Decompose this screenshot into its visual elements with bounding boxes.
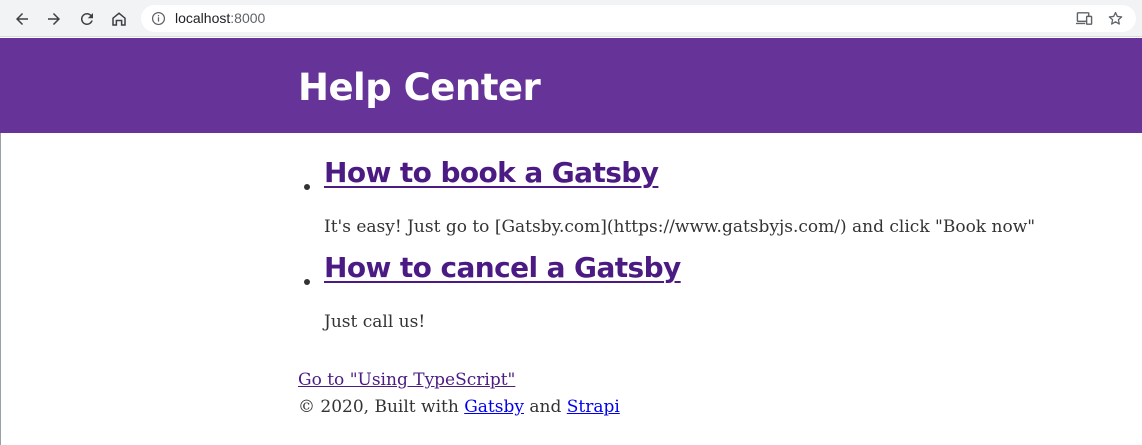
site-title[interactable]: Help Center (298, 66, 541, 109)
faq-list: How to book a Gatsby It's easy! Just go … (298, 150, 1098, 332)
faq-item: How to book a Gatsby It's easy! Just go … (298, 150, 1098, 247)
and-text: and (523, 397, 567, 417)
info-icon[interactable] (151, 11, 166, 26)
cast-icon[interactable] (1076, 11, 1093, 26)
reload-icon (80, 12, 93, 25)
home-button[interactable] (106, 6, 132, 32)
star-icon[interactable] (1107, 10, 1124, 27)
using-typescript-link[interactable]: Go to "Using TypeScript" (298, 370, 515, 390)
forward-button[interactable] (41, 6, 67, 32)
reload-button[interactable] (74, 6, 100, 32)
bullet (304, 184, 310, 190)
site-header: Help Center (0, 38, 1142, 133)
faq-answer: It's easy! Just go to [Gatsby.com](https… (324, 217, 1036, 237)
bullet (304, 279, 310, 285)
faq-question-link[interactable]: How to cancel a Gatsby (324, 251, 681, 284)
footer-copyright: © 2020, Built with Gatsby and Strapi (298, 397, 620, 417)
url-host: localhost (175, 10, 231, 26)
arrow-right-icon (48, 13, 60, 25)
arrow-left-icon (16, 13, 28, 25)
address-bar[interactable]: localhost:8000 (141, 5, 1136, 32)
faq-answer: Just call us! (324, 312, 426, 332)
copyright-text: © 2020, Built with (298, 397, 465, 417)
url-port: :8000 (230, 10, 266, 26)
home-icon (112, 12, 126, 26)
window-edge (0, 133, 1, 445)
url-text[interactable]: localhost:8000 (175, 10, 265, 26)
browser-toolbar: localhost:8000 (0, 0, 1142, 37)
strapi-link[interactable]: Strapi (567, 397, 620, 417)
gatsby-link[interactable]: Gatsby (464, 397, 524, 417)
faq-question-link[interactable]: How to book a Gatsby (324, 156, 659, 189)
back-button[interactable] (9, 6, 35, 32)
faq-item: How to cancel a Gatsby Just call us! (298, 247, 1098, 332)
